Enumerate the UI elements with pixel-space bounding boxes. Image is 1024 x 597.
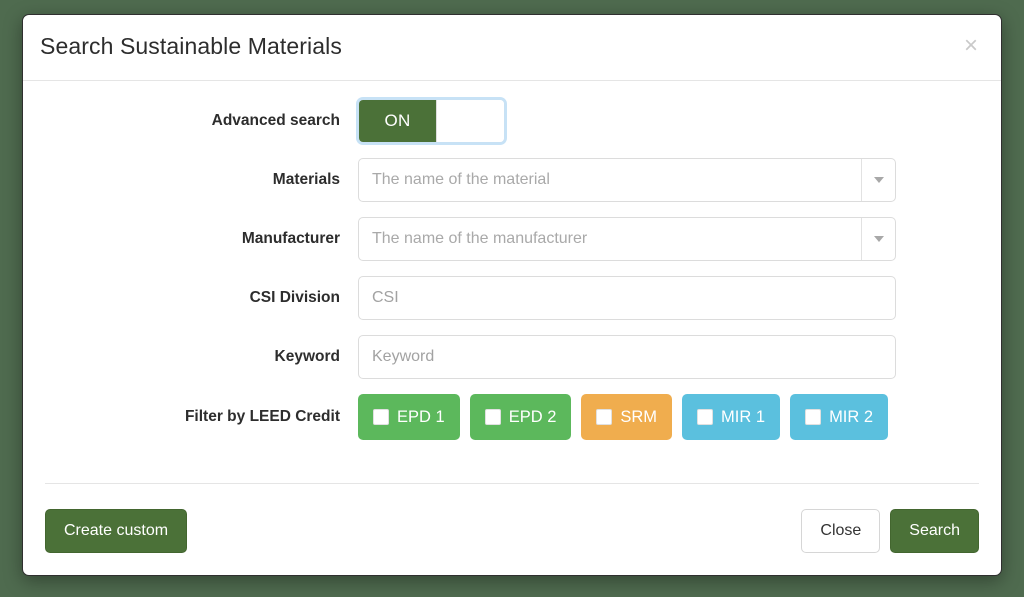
modal-header: Search Sustainable Materials ×: [23, 15, 1001, 81]
manufacturer-dropdown-button[interactable]: [861, 218, 895, 260]
leed-filter-label: Filter by LEED Credit: [184, 408, 340, 425]
row-keyword: Keyword Keyword: [23, 335, 1001, 379]
keyword-input[interactable]: Keyword: [358, 335, 896, 379]
manufacturer-select[interactable]: The name of the manufacturer: [358, 217, 896, 261]
advanced-search-toggle[interactable]: ON: [358, 99, 505, 143]
manufacturer-placeholder: The name of the manufacturer: [372, 230, 588, 247]
row-leed-filter: Filter by LEED Credit EPD 1 EPD 2 SRM MIR 1…: [23, 394, 1001, 440]
close-button[interactable]: Close: [801, 509, 881, 553]
csi-division-placeholder: CSI: [372, 289, 399, 306]
checkbox-icon[interactable]: [484, 409, 501, 425]
checkbox-icon[interactable]: [596, 409, 613, 425]
advanced-search-control: ON: [358, 99, 1001, 143]
csi-division-label: CSI Division: [249, 289, 340, 306]
materials-placeholder: The name of the material: [372, 171, 550, 188]
modal-footer: Create custom Close Search: [23, 483, 1001, 575]
page-title: Search Sustainable Materials: [40, 33, 342, 59]
materials-select[interactable]: The name of the material: [358, 158, 896, 202]
leed-credit-button[interactable]: SRM: [581, 394, 673, 440]
leed-credit-button[interactable]: MIR 2: [790, 394, 889, 440]
leed-credit-button[interactable]: EPD 1: [358, 394, 460, 440]
checkbox-icon[interactable]: [373, 409, 389, 425]
row-materials: Materials The name of the material: [23, 158, 1001, 202]
toggle-on-label: ON: [359, 100, 436, 142]
footer-divider: [45, 483, 979, 484]
chevron-down-icon: [873, 177, 884, 183]
checkbox-icon[interactable]: [805, 409, 822, 425]
leed-credit-button[interactable]: EPD 2: [469, 394, 572, 440]
leed-credit-label: MIR 1: [721, 407, 766, 426]
manufacturer-label: Manufacturer: [241, 230, 340, 247]
search-materials-modal: Search Sustainable Materials × Advanced …: [22, 14, 1002, 576]
leed-credit-label: EPD 2: [508, 407, 557, 426]
modal-body: Advanced search ON Materials The name of…: [23, 81, 1001, 485]
row-manufacturer: Manufacturer The name of the manufacture…: [23, 217, 1001, 261]
materials-dropdown-button[interactable]: [861, 159, 895, 201]
chevron-down-icon: [873, 236, 884, 242]
keyword-label: Keyword: [274, 348, 340, 365]
csi-division-input[interactable]: CSI: [358, 276, 896, 320]
create-custom-button[interactable]: Create custom: [45, 509, 188, 553]
close-icon[interactable]: ×: [959, 32, 983, 60]
advanced-search-label: Advanced search: [211, 112, 340, 129]
leed-credit-button[interactable]: MIR 1: [682, 394, 781, 440]
manufacturer-control: The name of the manufacturer: [358, 217, 1001, 261]
leed-credit-label: MIR 2: [829, 407, 874, 426]
checkbox-icon[interactable]: [697, 409, 714, 425]
materials-label: Materials: [272, 171, 340, 188]
leed-credit-label: SRM: [620, 407, 658, 426]
search-button[interactable]: Search: [890, 509, 979, 553]
row-advanced-search: Advanced search ON: [23, 99, 1001, 143]
keyword-control: Keyword: [358, 335, 1001, 379]
materials-control: The name of the material: [358, 158, 1001, 202]
csi-division-control: CSI: [358, 276, 1001, 320]
keyword-placeholder: Keyword: [372, 348, 435, 365]
leed-credit-group: EPD 1 EPD 2 SRM MIR 1 MIR 2: [358, 394, 889, 440]
leed-credit-label: EPD 1: [397, 407, 445, 426]
row-csi-division: CSI Division CSI: [23, 276, 1001, 320]
toggle-handle[interactable]: [436, 100, 504, 142]
leed-filter-control: EPD 1 EPD 2 SRM MIR 1 MIR 2: [358, 394, 1001, 440]
